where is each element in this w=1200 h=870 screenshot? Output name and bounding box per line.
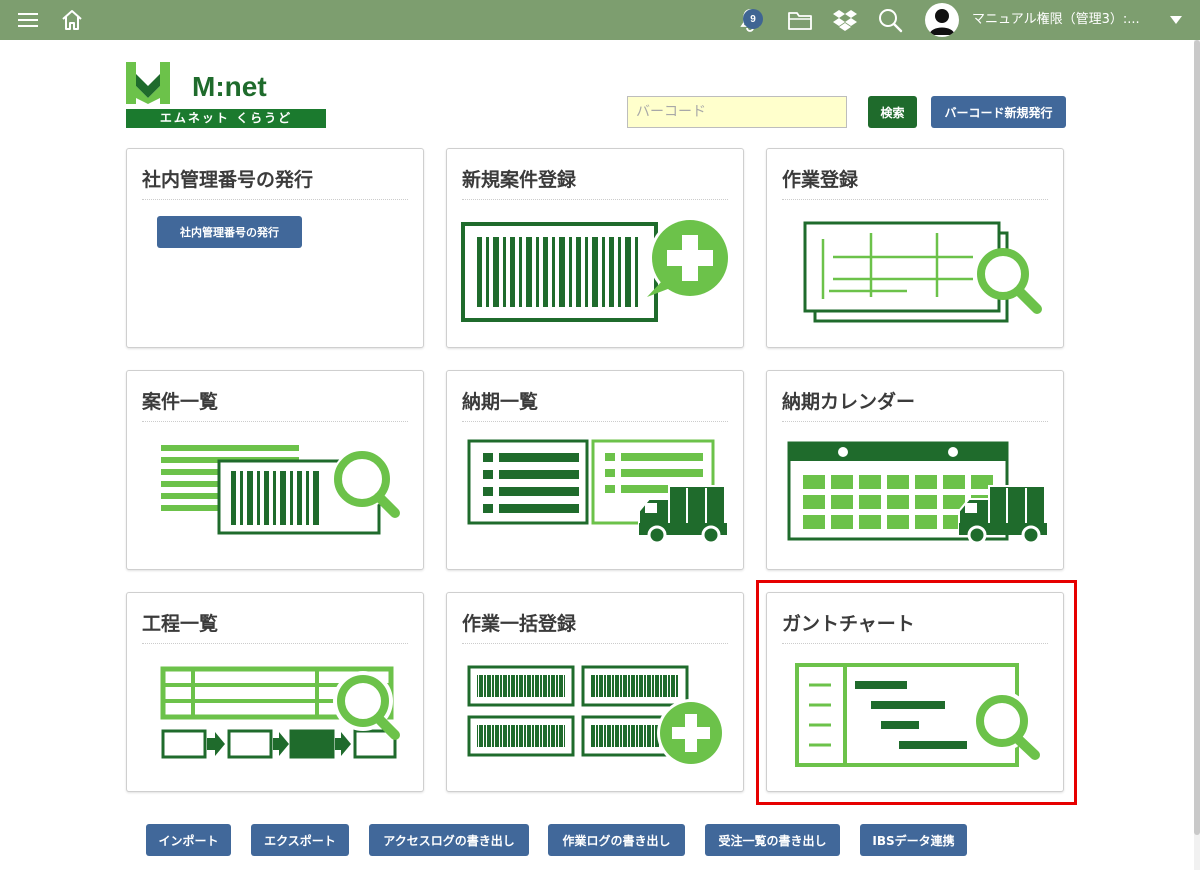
- ibs-data-link-button[interactable]: IBSデータ連携: [860, 824, 967, 856]
- truck-icon: [638, 485, 727, 545]
- access-log-export-button[interactable]: アクセスログの書き出し: [369, 824, 529, 856]
- card-internal-number[interactable]: 社内管理番号の発行 社内管理番号の発行: [126, 148, 424, 348]
- search-button[interactable]: 検索: [868, 96, 917, 128]
- card-new-project[interactable]: 新規案件登録: [446, 148, 744, 348]
- order-list-export-button[interactable]: 受注一覧の書き出し: [705, 824, 840, 856]
- card-work-registration[interactable]: 作業登録: [766, 148, 1064, 348]
- barcode-add-illustration: [461, 217, 731, 322]
- card-project-list[interactable]: 案件一覧: [126, 370, 424, 570]
- work-log-export-button[interactable]: 作業ログの書き出し: [548, 824, 685, 856]
- home-icon[interactable]: [58, 0, 86, 40]
- notification-button[interactable]: 9: [730, 0, 770, 40]
- highlight-box: [756, 580, 1077, 805]
- dropbox-icon[interactable]: [831, 0, 859, 40]
- barcode-list-search-illustration: [161, 445, 400, 535]
- caret-down-icon[interactable]: [1166, 0, 1186, 40]
- card-title: 社内管理番号の発行: [142, 165, 408, 200]
- top-bar: 9 マニュアル権限（管理3）:...: [0, 0, 1200, 40]
- barcode-input[interactable]: [627, 96, 847, 128]
- folder-icon[interactable]: [786, 0, 814, 40]
- process-flow-illustration: [160, 666, 400, 759]
- document-search-illustration: [803, 221, 1042, 323]
- menu-icon[interactable]: [14, 0, 42, 40]
- user-name[interactable]: マニュアル権限（管理3）:...: [972, 0, 1140, 40]
- card-process-list[interactable]: 工程一覧: [126, 592, 424, 792]
- export-button[interactable]: エクスポート: [251, 824, 349, 856]
- bulk-barcode-add-illustration: [467, 665, 725, 767]
- card-bulk-work-registration[interactable]: 作業一括登録: [446, 592, 744, 792]
- new-barcode-button[interactable]: バーコード新規発行: [931, 96, 1066, 128]
- truck-icon: [958, 485, 1047, 545]
- notification-badge: 9: [743, 9, 763, 29]
- card-delivery-list[interactable]: 納期一覧: [446, 370, 744, 570]
- search-icon[interactable]: [876, 0, 904, 40]
- calendar-truck-illustration: [787, 441, 1047, 545]
- logo-subtitle: エムネット くらうど: [126, 109, 326, 128]
- scrollbar-thumb[interactable]: [1194, 40, 1200, 835]
- delivery-list-illustration: [467, 439, 727, 545]
- issue-internal-number-button[interactable]: 社内管理番号の発行: [157, 216, 302, 248]
- card-delivery-calendar[interactable]: 納期カレンダー: [766, 370, 1064, 570]
- logo-brand: M:net: [192, 71, 267, 102]
- avatar-icon[interactable]: [925, 3, 959, 37]
- import-button[interactable]: インポート: [146, 824, 231, 856]
